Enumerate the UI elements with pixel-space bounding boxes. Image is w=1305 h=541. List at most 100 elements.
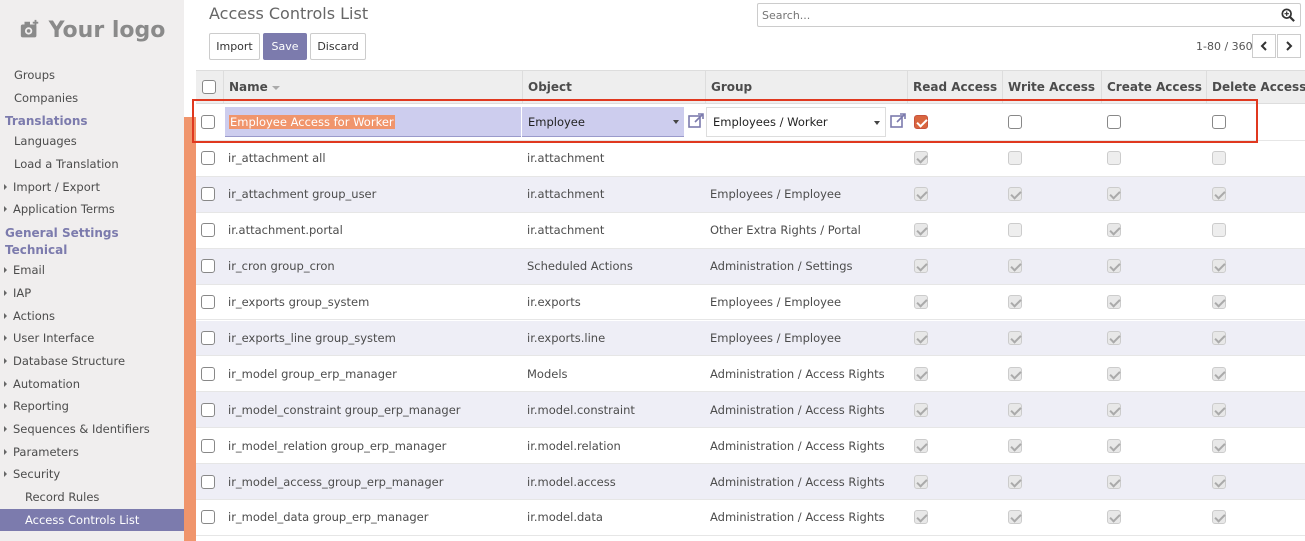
write-access-checkbox (1008, 295, 1022, 310)
sidebar-item-reporting[interactable]: Reporting (0, 395, 184, 418)
search-box[interactable] (757, 3, 1301, 27)
sidebar-item-iap[interactable]: IAP (0, 282, 184, 305)
create-access-checkbox (1107, 438, 1121, 453)
column-header-create-access[interactable]: Create Access (1101, 71, 1206, 103)
cell-object: ir.attachment (527, 151, 605, 166)
import-button[interactable]: Import (209, 33, 260, 60)
row-select-checkbox[interactable] (201, 223, 215, 238)
main-content: Access Controls List Import Save Discard… (196, 0, 1305, 541)
chevron-down-icon (673, 120, 679, 124)
select-all-checkbox[interactable] (202, 80, 216, 94)
row-select-checkbox[interactable] (201, 115, 215, 129)
sidebar-item-companies[interactable]: Companies (0, 87, 184, 110)
sidebar-item-groups[interactable]: Groups (0, 64, 184, 87)
sidebar-item-record-rules[interactable]: Record Rules (0, 486, 184, 509)
name-input-value: Employee Access for Worker (229, 114, 395, 129)
create-access-checkbox (1107, 295, 1121, 310)
write-access-checkbox (1008, 438, 1022, 453)
sidebar-item-import-export[interactable]: Import / Export (0, 176, 184, 199)
external-link-icon[interactable] (889, 112, 907, 130)
external-link-icon[interactable] (687, 112, 705, 130)
chevron-right-icon (1286, 41, 1293, 51)
cell-group: Administration / Settings (710, 259, 853, 274)
cell-object: ir.model.relation (527, 438, 621, 453)
read-access-checkbox (914, 510, 928, 525)
row-select-checkbox[interactable] (201, 295, 215, 310)
row-select-checkbox[interactable] (201, 438, 215, 453)
table-row-editing[interactable]: Employee Access for Worker Employee Empl… (196, 104, 1305, 141)
sidebar-item-load-a-translation[interactable]: Load a Translation (0, 153, 184, 176)
create-access-cell (1107, 500, 1121, 535)
read-access-checkbox[interactable] (914, 115, 928, 129)
table-row[interactable]: ir_model group_erp_manager Models Administ… (196, 356, 1305, 393)
read-access-checkbox (914, 223, 928, 238)
column-header-read-access[interactable]: Read Access (907, 71, 1002, 103)
cell-name: ir_model_data group_erp_manager (228, 510, 429, 525)
row-select-checkbox[interactable] (201, 402, 215, 417)
row-select-checkbox[interactable] (201, 187, 215, 202)
create-access-checkbox (1107, 151, 1121, 166)
pager-next-button[interactable] (1277, 34, 1301, 58)
write-access-checkbox[interactable] (1008, 115, 1022, 129)
delete-access-checkbox (1212, 366, 1226, 381)
table-row[interactable]: ir_model_access_group_erp_manager ir.mode… (196, 464, 1305, 500)
sidebar-item-actions[interactable]: Actions (0, 305, 184, 328)
sidebar-item-parameters[interactable]: Parameters (0, 441, 184, 464)
sidebar-header-translations[interactable]: Translations (0, 113, 184, 130)
delete-access-checkbox (1212, 187, 1226, 202)
save-button[interactable]: Save (263, 33, 307, 60)
sidebar-item-security[interactable]: Security (0, 463, 184, 486)
column-header-name[interactable]: Name (223, 71, 522, 103)
table-row[interactable]: ir_cron group_cron Scheduled Actions Admin… (196, 248, 1305, 285)
column-header-delete-access[interactable]: Delete Access (1206, 71, 1305, 103)
discard-button[interactable]: Discard (310, 33, 366, 60)
row-select-checkbox[interactable] (201, 151, 215, 166)
column-header-write-access[interactable]: Write Access (1002, 71, 1101, 103)
sidebar-item-user-interface[interactable]: User Interface (0, 327, 184, 350)
row-select-checkbox[interactable] (201, 330, 215, 345)
pager-previous-button[interactable] (1252, 34, 1276, 58)
table-row[interactable]: ir.attachment.portal ir.attachment Other E… (196, 213, 1305, 249)
create-access-checkbox[interactable] (1107, 115, 1121, 129)
sidebar-item-access-controls-list[interactable]: Access Controls List (0, 508, 184, 532)
table-row[interactable]: ir_model_constraint group_erp_manager ir.… (196, 392, 1305, 429)
delete-access-cell (1212, 285, 1226, 320)
column-header-group[interactable]: Group (705, 71, 907, 103)
group-select[interactable]: Employees / Worker (706, 107, 886, 137)
create-access-cell (1107, 464, 1121, 499)
table-row[interactable]: ir_exports_line group_system ir.exports.l… (196, 320, 1305, 357)
sidebar-item-automation[interactable]: Automation (0, 373, 184, 396)
table-row[interactable]: ir_attachment group_user ir.attachment Emp… (196, 176, 1305, 213)
write-access-cell (1008, 356, 1022, 391)
search-input[interactable] (758, 4, 1268, 26)
sidebar-item-application-terms[interactable]: Application Terms (0, 198, 184, 221)
row-select-checkbox[interactable] (201, 510, 215, 525)
create-access-checkbox (1107, 259, 1121, 274)
sidebar-header-technical[interactable]: Technical (0, 242, 184, 259)
column-header-object[interactable]: Object (522, 71, 705, 103)
read-access-cell (914, 428, 928, 463)
row-select-checkbox[interactable] (201, 474, 215, 489)
name-input[interactable]: Employee Access for Worker (225, 107, 521, 137)
table-row[interactable]: ir_attachment all ir.attachment (196, 141, 1305, 177)
sidebar-header-general-settings[interactable]: General Settings (0, 225, 184, 242)
sidebar-item-languages[interactable]: Languages (0, 130, 184, 153)
table-row[interactable]: ir_exports group_system ir.exports Employe… (196, 285, 1305, 321)
sidebar-item-email[interactable]: Email (0, 259, 184, 282)
write-access-cell (1008, 500, 1022, 535)
row-select-checkbox[interactable] (201, 259, 215, 274)
search-icon[interactable] (1281, 8, 1295, 22)
create-access-cell (1107, 213, 1121, 248)
table-row[interactable]: ir_model_relation group_erp_manager ir.mo… (196, 428, 1305, 465)
delete-access-cell (1212, 428, 1226, 463)
sidebar-item-sequences-identifiers[interactable]: Sequences & Identifiers (0, 418, 184, 441)
sidebar: Your logo Groups Companies Translations Lan… (0, 0, 184, 541)
write-access-checkbox (1008, 330, 1022, 345)
sidebar-item-database-structure[interactable]: Database Structure (0, 350, 184, 373)
object-select[interactable]: Employee (522, 107, 684, 137)
row-select-checkbox[interactable] (201, 366, 215, 381)
table-row[interactable]: ir_model_data group_erp_manager ir.model.… (196, 500, 1305, 536)
pager-value: 1-80 / 360 (1196, 40, 1253, 53)
delete-access-checkbox[interactable] (1212, 115, 1226, 129)
cell-object: ir.exports (527, 295, 581, 310)
